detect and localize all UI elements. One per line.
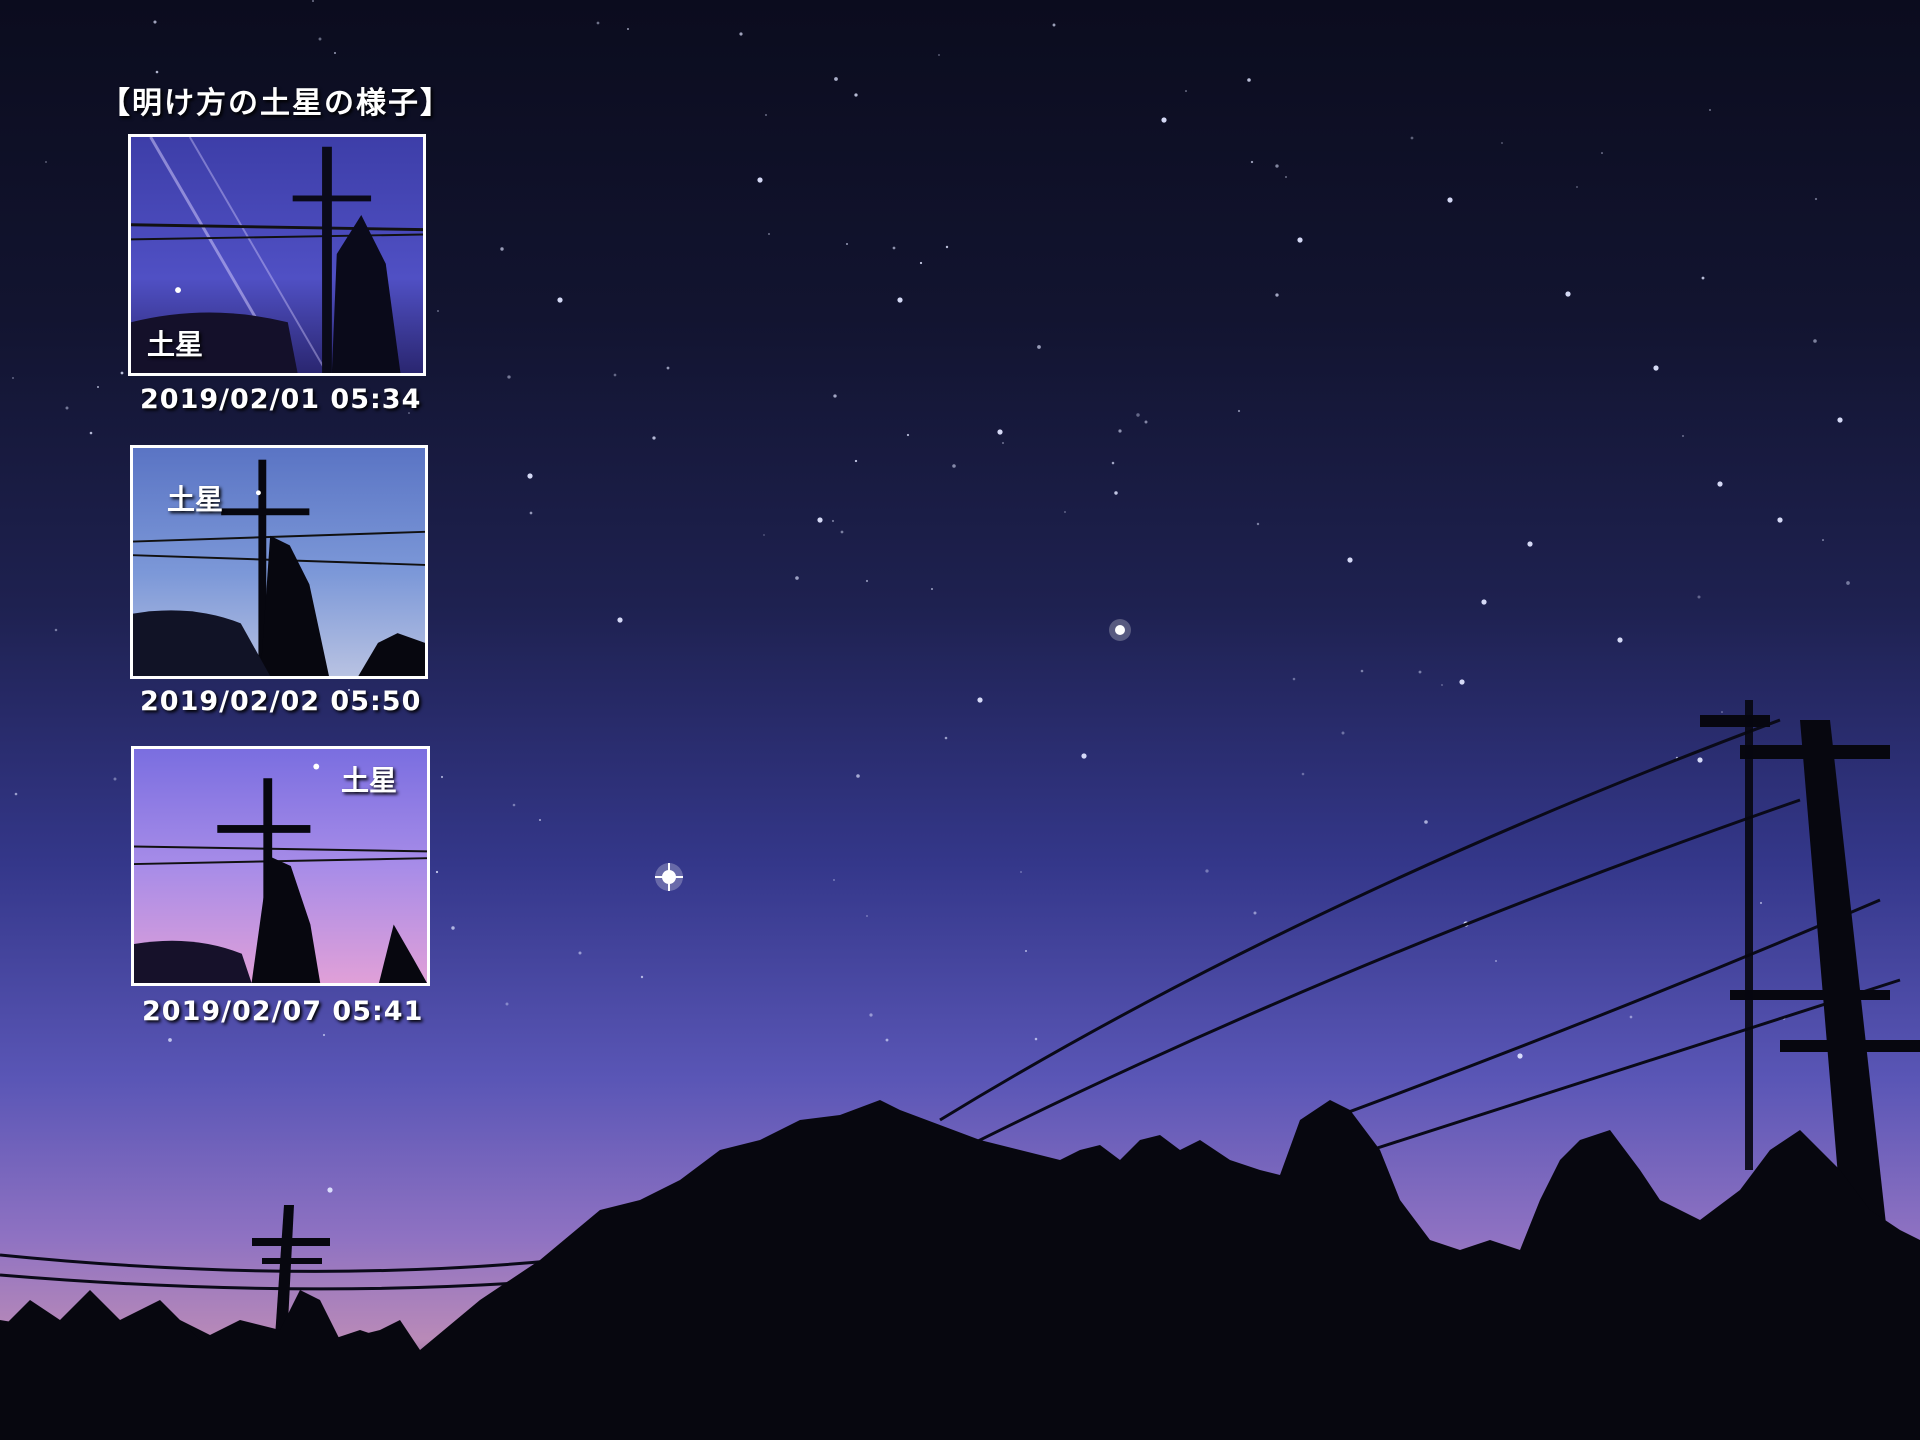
inset-2-saturn-label: 土星 bbox=[167, 483, 224, 516]
inset-3-timestamp: 2019/02/07 05:41 bbox=[142, 996, 424, 1027]
inset-photo-1: 土星 bbox=[128, 134, 426, 376]
inset-1-timestamp: 2019/02/01 05:34 bbox=[140, 384, 422, 415]
inset-2-timestamp: 2019/02/02 05:50 bbox=[140, 686, 422, 717]
small-trees-left bbox=[0, 1290, 420, 1440]
inset-photo-3: 土星 bbox=[131, 746, 430, 986]
inset-photo-2: 土星 bbox=[130, 445, 428, 679]
night-sky-photo: 【明け方の土星の様子】 土星 2019/02/01 05:34 土星 2019/… bbox=[0, 0, 1920, 1440]
page-title: 【明け方の土星の様子】 bbox=[100, 86, 452, 121]
inset-1-saturn-label: 土星 bbox=[147, 328, 204, 361]
inset-3-saturn-label: 土星 bbox=[341, 764, 398, 797]
